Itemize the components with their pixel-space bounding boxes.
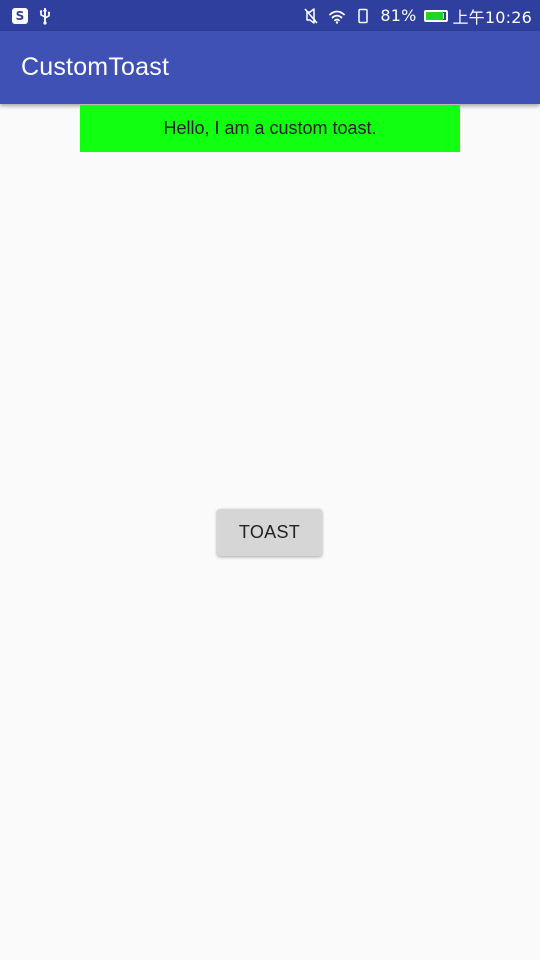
status-bar: S 81% 上午10:26 (0, 0, 540, 31)
status-right: 81% 上午10:26 (302, 4, 532, 28)
s-app-icon: S (12, 7, 28, 24)
wifi-icon (329, 10, 346, 24)
battery-body (424, 9, 449, 22)
app-title: CustomToast (21, 53, 170, 81)
status-left: S (12, 7, 54, 25)
battery-fill (426, 11, 443, 20)
battery-percent: 81% (380, 6, 417, 25)
toast-message: Hello, I am a custom toast. (163, 118, 377, 138)
battery-icon (424, 9, 449, 22)
toast-button[interactable]: TOAST (217, 509, 322, 556)
custom-toast: Hello, I am a custom toast. (80, 105, 460, 152)
app-bar: CustomToast (0, 31, 540, 104)
usb-icon (39, 7, 50, 25)
rotation-lock-icon (358, 8, 369, 23)
status-time: 上午10:26 (452, 7, 532, 27)
mute-icon (304, 7, 318, 24)
